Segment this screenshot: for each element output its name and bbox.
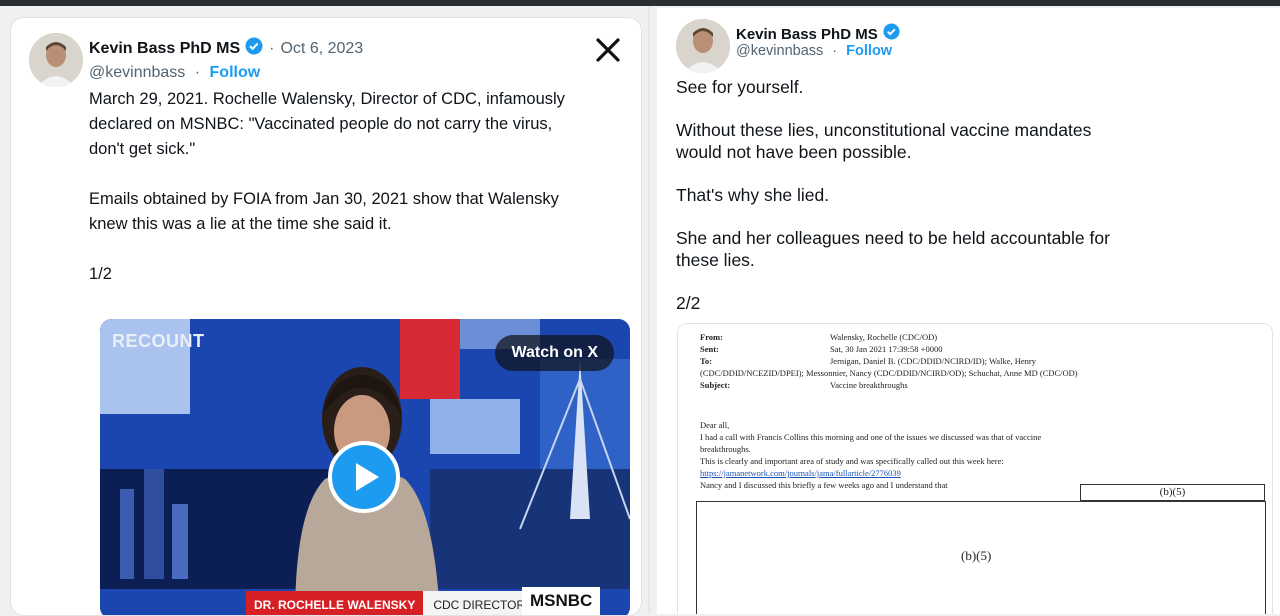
header-value: Walensky, Rochelle (CDC/OD): [830, 332, 938, 342]
author-handle[interactable]: @kevinnbass: [89, 64, 185, 81]
tweet-paragraph: She and her colleagues need to be held a…: [676, 227, 1110, 271]
text-line: knew this was a lie at the time she said…: [89, 215, 392, 233]
text-line: Without these lies, unconstitutional vac…: [676, 120, 1092, 140]
author-row: Kevin Bass PhD MS: [736, 23, 900, 45]
email-link[interactable]: https://jamanetwork.com/journals/jama/fu…: [700, 468, 901, 478]
follow-button[interactable]: Follow: [846, 43, 892, 59]
video-brand-overlay: RECOUNT: [112, 331, 205, 351]
handle-row: @kevinnbass · Follow: [736, 43, 892, 59]
email-body-line: Dear all,: [700, 420, 730, 430]
text-line: That's why she lied.: [676, 185, 830, 205]
avatar[interactable]: [676, 19, 730, 73]
network-logo: MSNBC: [522, 587, 601, 615]
email-document-image[interactable]: From: Walensky, Rochelle (CDC/OD) Sent: …: [677, 323, 1273, 614]
text-line: these lies.: [676, 250, 755, 270]
redaction-box-small: (b)(5): [1080, 484, 1265, 501]
text-line: Emails obtained by FOIA from Jan 30, 202…: [89, 190, 559, 208]
tweet-paragraph: Without these lies, unconstitutional vac…: [676, 119, 1091, 163]
follow-button[interactable]: Follow: [210, 64, 261, 81]
top-bar: [0, 0, 1280, 6]
tweet-card-left[interactable]: Kevin Bass PhD MS · Oct 6, 2023 @kevinnb…: [10, 17, 642, 616]
lower-third-name: DR. ROCHELLE WALENSKY: [246, 591, 424, 615]
email-body-line: This is clearly and important area of st…: [700, 456, 1004, 466]
text-line: 2/2: [676, 293, 701, 313]
header-value: Jernigan, Daniel B. (CDC/DDID/NCIRD/ID);…: [830, 356, 1036, 366]
text-line: She and her colleagues need to be held a…: [676, 228, 1110, 248]
author-row: Kevin Bass PhD MS · Oct 6, 2023: [89, 37, 363, 60]
author-name[interactable]: Kevin Bass PhD MS: [89, 40, 240, 58]
separator-dot: ·: [194, 64, 201, 81]
author-name[interactable]: Kevin Bass PhD MS: [736, 26, 878, 43]
separator-dot: ·: [832, 43, 838, 59]
tweet-card-right[interactable]: Kevin Bass PhD MS @kevinnbass · Follow S…: [657, 8, 1280, 614]
text-line: declared on MSNBC: "Vaccinated people do…: [89, 115, 553, 133]
thread-counter: 2/2: [676, 292, 700, 314]
email-body-line: Nancy and I discussed this briefly a few…: [700, 480, 948, 490]
header-value: Sat, 30 Jan 2021 17:39:58 +0000: [830, 344, 943, 354]
x-logo-icon[interactable]: [595, 37, 621, 68]
tweet-paragraph: That's why she lied.: [676, 184, 829, 206]
video-player[interactable]: RECOUNT Watch on X DR. ROCHELLE WALENSKY…: [100, 319, 630, 615]
panel-divider: [648, 6, 650, 614]
avatar[interactable]: [29, 33, 83, 87]
header-label: Subject:: [700, 380, 731, 390]
thread-counter: 1/2: [89, 265, 112, 283]
header-label: From:: [700, 332, 723, 342]
handle-row: @kevinnbass · Follow: [89, 64, 260, 82]
verified-badge-icon: [245, 37, 263, 60]
header-value: (CDC/DDID/NCEZID/DPEI); Messonnier, Nanc…: [700, 368, 1078, 378]
play-button[interactable]: [328, 441, 400, 513]
header-label: To:: [700, 356, 712, 366]
tweet-text: March 29, 2021. Rochelle Walensky, Direc…: [89, 87, 619, 287]
tweet-paragraph: March 29, 2021. Rochelle Walensky, Direc…: [89, 87, 619, 162]
play-icon: [356, 463, 379, 491]
watch-on-x-button[interactable]: Watch on X: [495, 335, 614, 371]
separator-dot: ·: [269, 39, 275, 57]
header-value: Vaccine breakthroughs: [830, 380, 908, 390]
tweet-date[interactable]: Oct 6, 2023: [280, 40, 363, 58]
text-line: don't get sick.": [89, 140, 196, 158]
email-body-line: I had a call with Francis Collins this m…: [700, 432, 1042, 442]
text-line: March 29, 2021. Rochelle Walensky, Direc…: [89, 90, 565, 108]
redaction-label: (b)(5): [961, 548, 992, 563]
redaction-box-large: (b)(5): [696, 501, 1266, 614]
tweet-paragraph: Emails obtained by FOIA from Jan 30, 202…: [89, 187, 619, 237]
author-handle[interactable]: @kevinnbass: [736, 43, 823, 59]
header-label: Sent:: [700, 344, 719, 354]
text-line: See for yourself.: [676, 77, 804, 97]
email-body-line: breakthroughs.: [700, 444, 751, 454]
text-line: would not have been possible.: [676, 142, 912, 162]
verified-badge-icon: [883, 23, 900, 45]
tweet-paragraph: See for yourself.: [676, 76, 803, 98]
video-lower-third: DR. ROCHELLE WALENSKY CDC DIRECTOR: [246, 591, 564, 615]
